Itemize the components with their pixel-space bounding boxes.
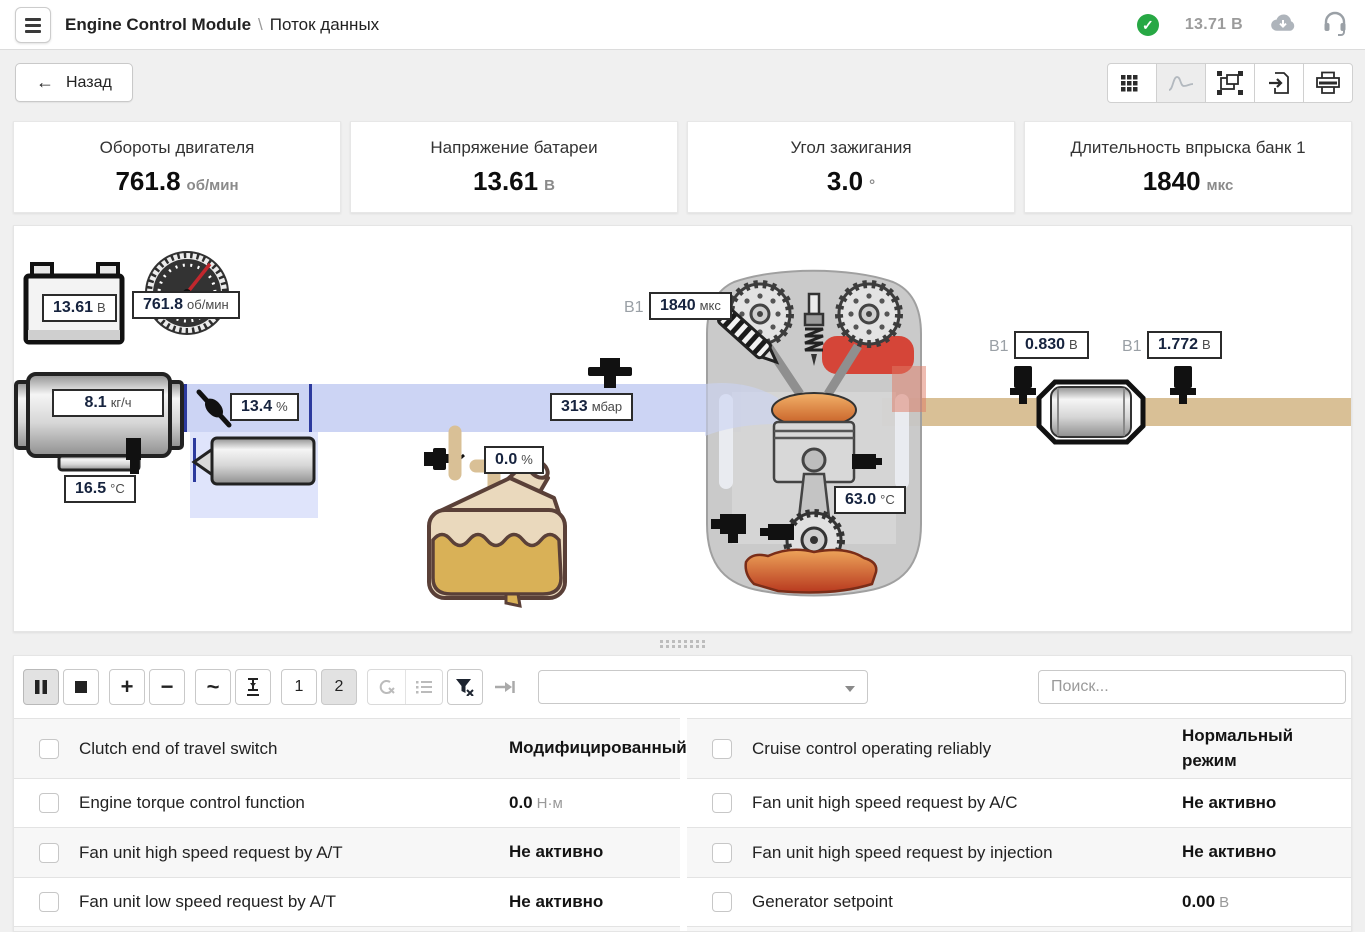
module-title: Engine Control Module [65, 15, 251, 35]
select-list-button[interactable] [405, 670, 442, 704]
smooth-curve-button[interactable]: ~ [195, 669, 231, 705]
row-checkbox[interactable] [39, 843, 59, 863]
group-select-dropdown[interactable] [538, 670, 868, 704]
card-battery-voltage: Напряжение батареи 13.61В [350, 121, 678, 213]
table-row[interactable]: Fan unit high speed request by A/C Не ак… [687, 778, 1352, 827]
table-row[interactable]: Cruise control operating reliably Нормал… [687, 718, 1352, 778]
table-row[interactable]: Generator setpoint 0.00В [687, 877, 1352, 926]
page-2-button[interactable]: 2 [321, 669, 357, 705]
engine-icon [705, 271, 926, 596]
row-checkbox[interactable] [712, 793, 732, 813]
card-ignition-angle: Угол зажигания 3.0° [687, 121, 1015, 213]
stat-cards: Обороты двигателя 761.8об/мин Напряжение… [13, 121, 1352, 213]
battery-voltage-status: 13.71 В [1185, 16, 1243, 34]
card-injection-duration: Длительность впрыска банк 1 1840мкс [1024, 121, 1352, 213]
map-sensor-icon [588, 358, 632, 388]
goto-end-button[interactable] [487, 669, 523, 705]
stop-button[interactable] [63, 669, 99, 705]
partial-row [14, 926, 680, 932]
back-arrow-icon: ← [36, 72, 54, 93]
row-checkbox[interactable] [712, 843, 732, 863]
clear-filter-button[interactable] [447, 669, 483, 705]
engine-diagram-panel: 13.61В 761.8об/мин 8.1кг/ч 16.5°C 13.4% … [13, 225, 1352, 632]
engine-rpm-label: 761.8об/мин [132, 291, 240, 319]
iat-label: 16.5°C [64, 475, 136, 503]
pause-button[interactable] [23, 669, 59, 705]
coolant-temp-label: 63.0°C [834, 486, 906, 514]
iac-valve-icon [194, 438, 314, 484]
zoom-in-button[interactable]: + [109, 669, 145, 705]
o2-front-voltage-label: 0.830В [1014, 331, 1089, 359]
panel-splitter[interactable] [13, 632, 1352, 655]
back-button[interactable]: ← Назад [15, 63, 133, 102]
o2-front-bank-label: B1 [989, 338, 1009, 356]
grid-view-button[interactable] [1107, 63, 1157, 103]
o2-rear-voltage-label: 1.772В [1147, 331, 1222, 359]
chart-view-button[interactable] [1156, 63, 1206, 103]
table-row[interactable]: Fan unit high speed request by A/T Не ак… [14, 827, 680, 877]
print-button[interactable] [1303, 63, 1353, 103]
battery-voltage-label: 13.61В [42, 294, 117, 322]
maf-label: 8.1кг/ч [52, 389, 164, 417]
purge-duty-label: 0.0% [484, 446, 544, 474]
selection-tools-group [367, 669, 443, 705]
engine-diagram-graphic [14, 226, 1352, 632]
chevron-down-icon [845, 686, 855, 692]
table-row[interactable]: Clutch end of travel switch Модифицирова… [14, 718, 680, 778]
map-pressure-label: 313мбар [550, 393, 633, 421]
drag-handle-dots [660, 640, 705, 648]
fit-height-button[interactable] [235, 669, 271, 705]
o2-rear-bank-label: B1 [1122, 338, 1142, 356]
row-checkbox[interactable] [39, 892, 59, 912]
row-checkbox[interactable] [39, 793, 59, 813]
stream-toolbar: + − ~ 1 2 [23, 669, 527, 705]
row-checkbox[interactable] [712, 739, 732, 759]
camshaft-gear-icon [839, 284, 899, 344]
oil-pan [746, 550, 877, 593]
throttle-position-label: 13.4% [230, 393, 299, 421]
page-1-button[interactable]: 1 [281, 669, 317, 705]
table-row[interactable]: Fan unit high speed request by injection… [687, 827, 1352, 877]
connection-ok-icon: ✓ [1137, 14, 1159, 36]
row-checkbox[interactable] [712, 892, 732, 912]
row-checkbox[interactable] [39, 739, 59, 759]
data-stream-panel: + − ~ 1 2 [13, 655, 1352, 932]
export-button[interactable] [1254, 63, 1304, 103]
table-row[interactable]: Engine torque control function 0.0Н·м [14, 778, 680, 827]
injection-duration-label: 1840мкс [649, 292, 732, 320]
page-title: Поток данных [270, 15, 379, 35]
schematic-view-button[interactable] [1205, 63, 1255, 103]
injection-bank-label: B1 [624, 299, 644, 317]
card-engine-rpm: Обороты двигателя 761.8об/мин [13, 121, 341, 213]
partial-row [687, 926, 1352, 932]
clear-selection-button[interactable] [368, 670, 405, 704]
search-input[interactable] [1038, 670, 1346, 704]
cloud-download-icon[interactable] [1269, 12, 1297, 39]
catalytic-converter-icon [1039, 382, 1143, 442]
top-bar: Engine Control Module \ Поток данных ✓ 1… [0, 0, 1365, 50]
view-toolbar [1107, 63, 1353, 103]
headset-icon[interactable] [1323, 10, 1347, 41]
breadcrumb: Engine Control Module \ Поток данных [65, 0, 379, 50]
hamburger-menu-button[interactable] [15, 7, 51, 43]
zoom-out-button[interactable]: − [149, 669, 185, 705]
table-row[interactable]: Fan unit low speed request by A/T Не акт… [14, 877, 680, 926]
